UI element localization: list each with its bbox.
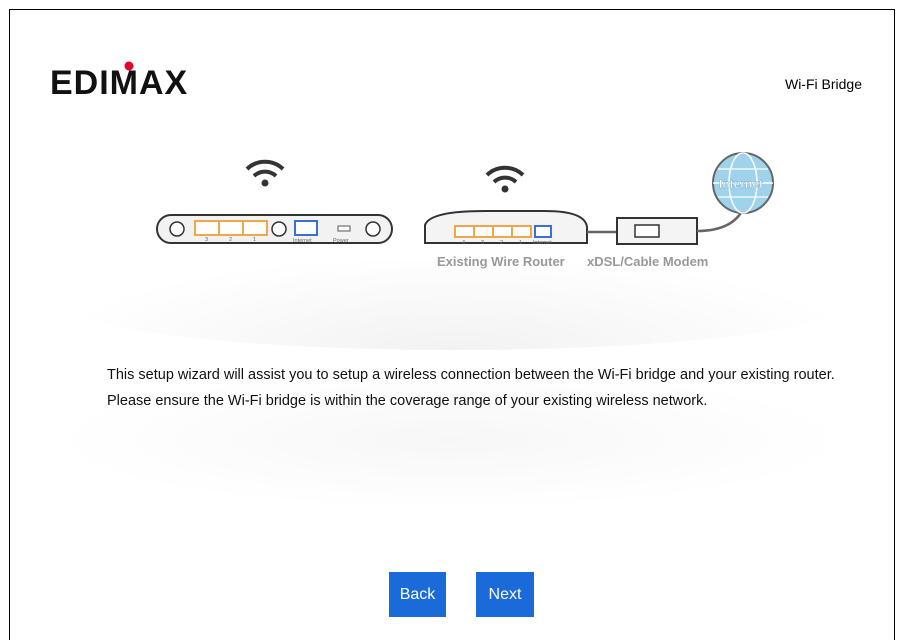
wizard-description: This setup wizard will assist you to set… [107,367,835,409]
existing-router-device: 4 3 2 1 Internet [424,210,588,246]
setup-wizard-page: EDIMAX Wi-Fi Bridge 3 2 1 Internet Power… [9,9,895,640]
router-internet-label: Internet [533,240,552,246]
modem-device [616,217,698,245]
bridge-port-2-label: 2 [229,237,232,243]
next-button[interactable]: Next [476,572,534,617]
bridge-power-label: Power [333,238,349,244]
bridge-port-3-label: 3 [205,237,208,243]
router-port-2-label: 2 [500,240,503,246]
connection-diagram: 3 2 1 Internet Power 4 3 2 1 Internet In… [155,145,775,285]
bridge-port-1-label: 1 [253,237,256,243]
back-button[interactable]: Back [389,572,446,617]
logo-text: EDIMAX [50,64,188,100]
router-label: Existing Wire Router [437,254,565,269]
internet-label: Internet [719,177,763,191]
wifi-icon [485,165,525,193]
internet-globe-icon: Internet [712,152,774,214]
bridge-internet-label: Internet [293,238,312,244]
modem-label: xDSL/Cable Modem [587,254,708,269]
wifi-bridge-device: 3 2 1 Internet Power [156,214,393,244]
router-port-1-label: 1 [519,240,522,246]
router-port-4-label: 4 [462,240,465,246]
logo-dot [124,61,134,71]
product-name: Wi-Fi Bridge [784,76,862,92]
wifi-icon [245,159,285,187]
edimax-logo: EDIMAX [50,60,230,105]
router-port-3-label: 3 [481,240,484,246]
